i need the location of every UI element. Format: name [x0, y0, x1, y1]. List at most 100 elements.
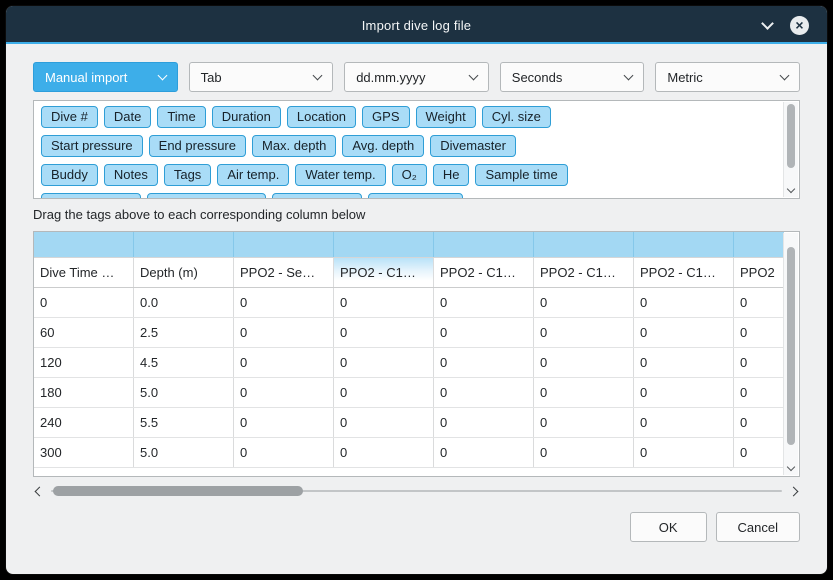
table-cell: 5.0	[134, 378, 234, 407]
import-dialog-window: Import dive log file × Manual import Tab d…	[5, 5, 828, 575]
table-cell: 0	[534, 438, 634, 467]
tag-area: Dive # Date Time Duration Location GPS Weight C…	[33, 100, 800, 199]
ok-button[interactable]: OK	[630, 512, 707, 542]
table-cell: 4.5	[134, 348, 234, 377]
combo-seconds[interactable]: Seconds	[500, 62, 645, 92]
scroll-left-icon[interactable]	[35, 487, 45, 497]
tag-air-temp[interactable]: Air temp.	[217, 164, 289, 186]
column-header-6: PPO2 - C1…	[634, 258, 734, 287]
table-cell: 0	[634, 438, 734, 467]
drop-target-cell[interactable]	[734, 232, 784, 257]
table-hscrollbar[interactable]	[33, 483, 800, 499]
tag-sample-po[interactable]: Sample pO₂	[272, 193, 362, 199]
table-cell: 0	[734, 348, 784, 377]
table-cell: 0	[334, 438, 434, 467]
table-cell: 0	[334, 408, 434, 437]
chevron-down-icon	[313, 70, 323, 80]
tag-scrollbar[interactable]	[783, 102, 798, 197]
table-cell: 0	[734, 288, 784, 317]
table-row: 3005.0000000	[34, 438, 784, 468]
tag-location[interactable]: Location	[287, 106, 356, 128]
tag-cyl-size[interactable]: Cyl. size	[482, 106, 551, 128]
column-header-2: PPO2 - Se…	[234, 258, 334, 287]
tag-sample-pressure[interactable]: Sample pressure	[147, 193, 265, 199]
tag-rows: Dive # Date Time Duration Location GPS Weight C…	[34, 101, 799, 199]
tag-time[interactable]: Time	[157, 106, 205, 128]
combo-selected-value: Seconds	[512, 70, 563, 85]
column-header-4: PPO2 - C1…	[434, 258, 534, 287]
tag-sample-time[interactable]: Sample time	[475, 164, 567, 186]
tag-duration[interactable]: Duration	[212, 106, 281, 128]
table-cell: 0	[534, 318, 634, 347]
drop-target-cell[interactable]	[634, 232, 734, 257]
tag-gps[interactable]: GPS	[362, 106, 409, 128]
table-cell: 0	[334, 348, 434, 377]
table-scroll-down-icon[interactable]	[787, 463, 795, 471]
table-cell: 0	[34, 288, 134, 317]
drop-target-cell[interactable]	[234, 232, 334, 257]
column-header-7: PPO2	[734, 258, 784, 287]
scroll-right-icon[interactable]	[789, 487, 799, 497]
table-cell: 0	[534, 348, 634, 377]
tag-sample-cns[interactable]: Sample CNS	[368, 193, 463, 199]
chevron-down-icon	[468, 70, 478, 80]
combo-dd-mm-yyyy[interactable]: dd.mm.yyyy	[344, 62, 489, 92]
table-cell: 0	[234, 408, 334, 437]
tag-end-pressure[interactable]: End pressure	[149, 135, 246, 157]
table-cell: 0	[734, 378, 784, 407]
preview-table: Dive Time …Depth (m)PPO2 - Se…PPO2 - C1……	[33, 231, 800, 477]
tag-o[interactable]: O₂	[392, 164, 427, 186]
table-cell: 0	[534, 288, 634, 317]
table-cell: 0	[534, 408, 634, 437]
table-cell: 0	[234, 288, 334, 317]
table-cell: 5.5	[134, 408, 234, 437]
hscroll-thumb[interactable]	[53, 486, 303, 496]
combo-selected-value: dd.mm.yyyy	[356, 70, 425, 85]
table-inner: Dive Time …Depth (m)PPO2 - Se…PPO2 - C1……	[34, 232, 784, 468]
window-title: Import dive log file	[6, 18, 827, 33]
shade-chevron-down-icon[interactable]	[761, 17, 774, 30]
table-cell: 60	[34, 318, 134, 347]
drop-target-cell[interactable]	[434, 232, 534, 257]
chevron-down-icon	[624, 70, 634, 80]
drop-target-cell[interactable]	[134, 232, 234, 257]
cancel-button[interactable]: Cancel	[716, 512, 800, 542]
tag-avg-depth[interactable]: Avg. depth	[342, 135, 424, 157]
tag-date[interactable]: Date	[104, 106, 151, 128]
tag-tags[interactable]: Tags	[164, 164, 211, 186]
dialog-content: Manual importTabdd.mm.yyyySecondsMetric …	[6, 44, 827, 542]
drop-target-cell[interactable]	[34, 232, 134, 257]
combo-manual-import[interactable]: Manual import	[33, 62, 178, 92]
tag-dive[interactable]: Dive #	[41, 106, 98, 128]
table-header-row: Dive Time …Depth (m)PPO2 - Se…PPO2 - C1……	[34, 258, 784, 288]
column-header-3: PPO2 - C1…	[334, 258, 434, 287]
combo-tab[interactable]: Tab	[189, 62, 334, 92]
table-vscrollbar[interactable]	[783, 233, 798, 475]
tag-divemaster[interactable]: Divemaster	[430, 135, 516, 157]
table-cell: 0	[234, 318, 334, 347]
tag-row: Dive # Date Time Duration Location GPS Weight C…	[38, 104, 779, 133]
tag-scroll-down-icon[interactable]	[787, 185, 795, 193]
titlebar[interactable]: Import dive log file ×	[6, 6, 827, 44]
tag-water-temp[interactable]: Water temp.	[295, 164, 385, 186]
drop-target-cell[interactable]	[534, 232, 634, 257]
combo-metric[interactable]: Metric	[655, 62, 800, 92]
tag-sample-depth[interactable]: Sample depth	[41, 193, 141, 199]
tag-max-depth[interactable]: Max. depth	[252, 135, 336, 157]
table-cell: 0	[734, 318, 784, 347]
drop-target-cell[interactable]	[334, 232, 434, 257]
table-vscrollbar-thumb[interactable]	[787, 247, 795, 445]
tag-start-pressure[interactable]: Start pressure	[41, 135, 143, 157]
table-cell: 2.5	[134, 318, 234, 347]
tag-row: Buddy Notes Tags Air temp. Water temp. O₂ HeSa…	[38, 162, 779, 191]
tag-scrollbar-thumb[interactable]	[787, 104, 795, 168]
close-icon[interactable]: ×	[790, 16, 809, 35]
table-cell: 0	[634, 348, 734, 377]
table-cell: 0	[434, 348, 534, 377]
tag-buddy[interactable]: Buddy	[41, 164, 98, 186]
tag-notes[interactable]: Notes	[104, 164, 158, 186]
tag-he[interactable]: He	[433, 164, 470, 186]
table-cell: 180	[34, 378, 134, 407]
tag-weight[interactable]: Weight	[416, 106, 476, 128]
table-cell: 0	[734, 438, 784, 467]
